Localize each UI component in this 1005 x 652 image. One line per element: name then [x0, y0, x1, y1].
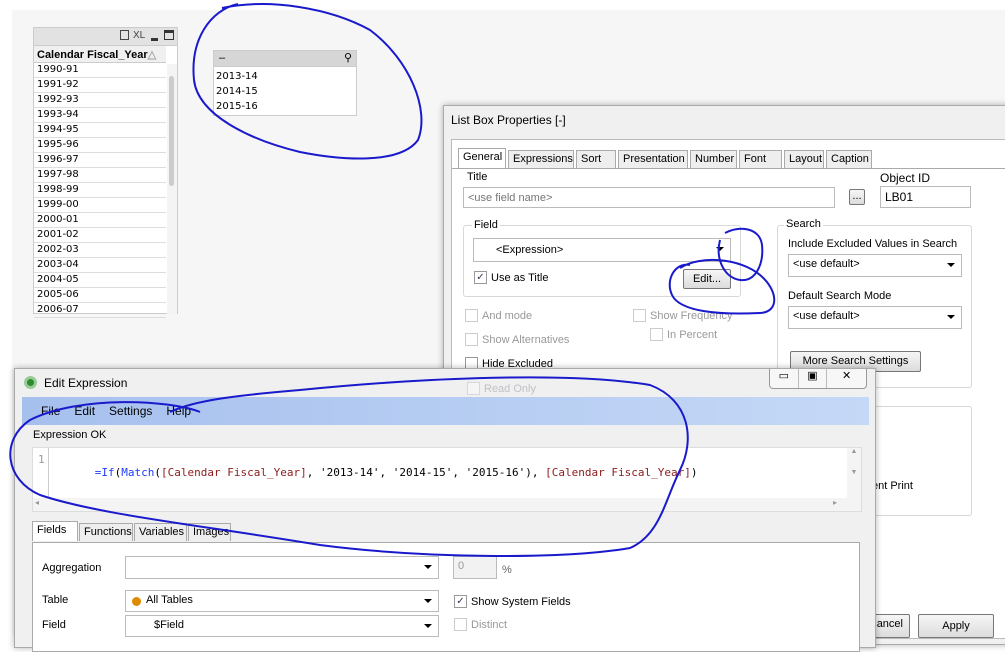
annotation-overlay	[9, 3, 776, 557]
annotation-circle-listbox	[192, 3, 423, 160]
annotation-circle-expression	[9, 376, 689, 557]
